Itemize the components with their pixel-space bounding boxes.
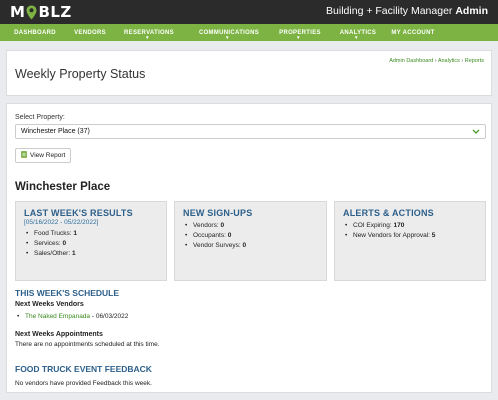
- list-item: Occupants: 0: [183, 231, 318, 241]
- list-item: Food Trucks: 1: [24, 229, 158, 239]
- next-weeks-appointments-title: Next Weeks Appointments: [15, 331, 103, 338]
- logo-text-right: BLZ: [38, 3, 72, 21]
- list-item: COI Expiring: 170: [343, 221, 477, 231]
- schedule-title: THIS WEEK'S SCHEDULE: [15, 288, 120, 298]
- mblz-logo[interactable]: M BLZ: [10, 3, 72, 21]
- breadcrumb-analytics[interactable]: Analytics: [438, 58, 460, 64]
- panel-title: NEW SIGN-UPS: [183, 208, 253, 218]
- page-header-card: Admin Dashboard › Analytics › Reports We…: [6, 50, 492, 96]
- alerts-actions-panel: ALERTS & ACTIONS COI Expiring: 170 New V…: [334, 201, 486, 281]
- top-bar: M BLZ Building + Facility Manager Admin: [0, 0, 498, 24]
- list-item: The Naked Empanada - 06/03/2022: [17, 313, 129, 320]
- panel-title: ALERTS & ACTIONS: [343, 208, 434, 218]
- nav-my-account[interactable]: MY ACCOUNT: [386, 24, 440, 41]
- breadcrumb-admin-dashboard[interactable]: Admin Dashboard: [389, 58, 433, 64]
- vendor-link[interactable]: The Naked Empanada: [25, 313, 90, 320]
- main-nav: DASHBOARD VENDORS RESERVATIONS ▾ COMMUNI…: [0, 24, 498, 41]
- page-title: Weekly Property Status: [15, 67, 146, 81]
- list-item: Vendor Surveys: 0: [183, 241, 318, 251]
- location-pin-icon: [26, 5, 37, 20]
- nav-label: VENDORS: [74, 29, 106, 36]
- feedback-title: FOOD TRUCK EVENT FEEDBACK: [15, 364, 152, 374]
- select-property-label: Select Property:: [15, 114, 65, 121]
- view-report-button[interactable]: View Report: [15, 148, 71, 163]
- vendor-date: - 06/03/2022: [90, 313, 129, 320]
- next-weeks-vendors-title: Next Weeks Vendors: [15, 301, 84, 308]
- nav-label: PROPERTIES: [279, 29, 321, 36]
- nav-properties[interactable]: PROPERTIES ▾: [270, 24, 330, 41]
- panel-title: LAST WEEK'S RESULTS: [24, 208, 133, 218]
- list-item: Sales/Other: 1: [24, 249, 158, 259]
- breadcrumb-reports[interactable]: Reports: [465, 58, 484, 64]
- date-range: [05/16/2022 - 05/22/2022]: [24, 219, 99, 226]
- nav-analytics[interactable]: ANALYTICS ▾: [330, 24, 386, 41]
- logo-text-left: M: [10, 3, 26, 21]
- app-title-text: Building + Facility Manager: [326, 5, 453, 17]
- alerts-list: COI Expiring: 170 New Vendors for Approv…: [343, 221, 477, 241]
- signups-list: Vendors: 0 Occupants: 0 Vendor Surveys: …: [183, 221, 318, 251]
- chevron-down-icon: ▾: [297, 35, 300, 41]
- user-role: Admin: [455, 5, 488, 17]
- chevron-down-icon: ▾: [226, 35, 229, 41]
- nav-label: DASHBOARD: [14, 29, 56, 36]
- new-signups-panel: NEW SIGN-UPS Vendors: 0 Occupants: 0 Ven…: [174, 201, 327, 281]
- report-card: Select Property: Winchester Place (37) V…: [6, 103, 492, 393]
- list-item: New Vendors for Approval: 5: [343, 231, 477, 241]
- property-name: Winchester Place: [15, 181, 111, 193]
- chevron-down-icon: ▾: [355, 35, 358, 41]
- list-item: Vendors: 0: [183, 221, 318, 231]
- document-icon: [21, 151, 27, 160]
- app-title: Building + Facility Manager Admin: [326, 5, 488, 17]
- last-week-results-panel: LAST WEEK'S RESULTS [05/16/2022 - 05/22/…: [15, 201, 167, 281]
- selected-property: Winchester Place (37): [21, 128, 90, 135]
- chevron-down-icon: ▾: [146, 35, 149, 41]
- appointments-text: There are no appointments scheduled at t…: [15, 341, 160, 348]
- view-report-label: View Report: [30, 152, 66, 159]
- chevron-down-icon: [472, 128, 480, 137]
- breadcrumb: Admin Dashboard › Analytics › Reports: [389, 58, 484, 64]
- nav-label: COMMUNICATIONS: [198, 29, 260, 36]
- nav-communications[interactable]: COMMUNICATIONS ▾: [188, 24, 270, 41]
- feedback-text: No vendors have provided Feedback this w…: [15, 380, 152, 387]
- list-item: Services: 0: [24, 239, 158, 249]
- results-list: Food Trucks: 1 Services: 0 Sales/Other: …: [24, 229, 158, 259]
- property-select[interactable]: Winchester Place (37): [15, 124, 486, 139]
- nav-vendors[interactable]: VENDORS: [70, 24, 110, 41]
- nav-dashboard[interactable]: DASHBOARD: [0, 24, 70, 41]
- nav-label: MY ACCOUNT: [391, 29, 435, 36]
- nav-reservations[interactable]: RESERVATIONS ▾: [110, 24, 188, 41]
